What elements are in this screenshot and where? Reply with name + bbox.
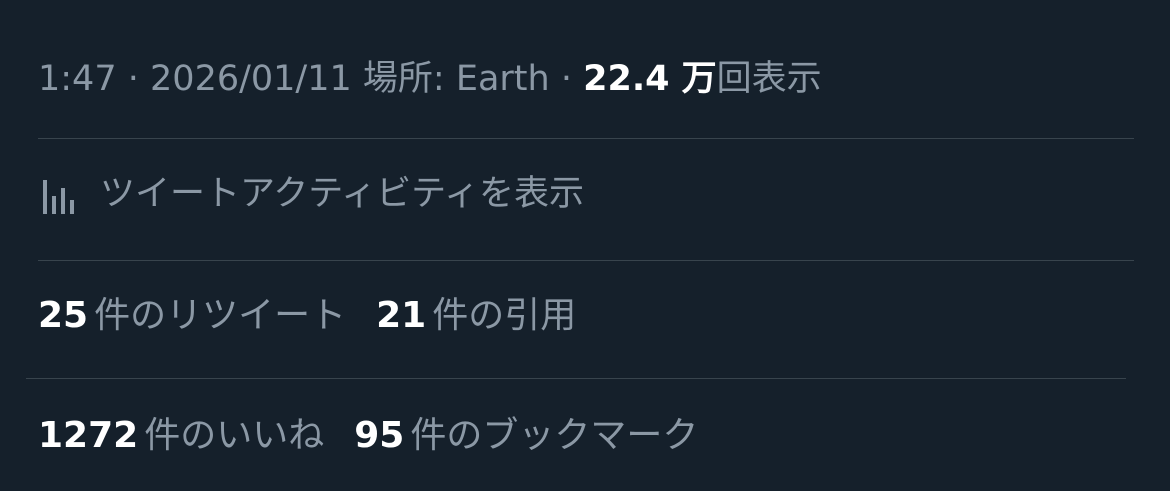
retweet-quote-stats: 25 件のリツイート 21 件の引用 xyxy=(38,292,576,340)
likes-count: 1272 xyxy=(38,415,139,456)
quotes-count: 21 xyxy=(376,295,427,336)
bookmarks-label: 件のブックマーク xyxy=(410,415,699,456)
view-tweet-activity-link[interactable]: ツイートアクティビティを表示 xyxy=(38,170,584,218)
quotes-stat[interactable]: 21 件の引用 xyxy=(376,292,576,340)
analytics-bar-icon xyxy=(38,170,78,218)
divider xyxy=(38,138,1134,139)
divider xyxy=(26,378,1126,379)
view-tweet-activity-label: ツイートアクティビティを表示 xyxy=(100,174,585,214)
retweets-label: 件のリツイート xyxy=(94,295,347,336)
bookmarks-stat[interactable]: 95 件のブックマーク xyxy=(354,412,698,460)
views-label: 回表示 xyxy=(716,59,822,99)
retweets-stat[interactable]: 25 件のリツイート xyxy=(38,292,346,340)
tweet-time[interactable]: 1:47 xyxy=(38,55,117,103)
location-value[interactable]: Earth xyxy=(456,55,550,103)
divider xyxy=(38,260,1134,261)
likes-stat[interactable]: 1272 件のいいね xyxy=(38,412,324,460)
tweet-date[interactable]: 2026/01/11 xyxy=(150,55,352,103)
quotes-label: 件の引用 xyxy=(432,295,577,336)
bookmarks-count: 95 xyxy=(354,415,405,456)
separator-dot: · xyxy=(127,59,139,99)
views-count: 22.4 万 xyxy=(583,59,717,99)
separator-dot: · xyxy=(560,59,572,99)
retweets-count: 25 xyxy=(38,295,89,336)
likes-label: 件のいいね xyxy=(144,415,325,456)
like-bookmark-stats: 1272 件のいいね 95 件のブックマーク xyxy=(38,412,698,460)
tweet-meta: 1:47 · 2026/01/11 場所: Earth · 22.4 万 回表示 xyxy=(38,55,822,103)
location-label: 場所: xyxy=(362,59,445,99)
